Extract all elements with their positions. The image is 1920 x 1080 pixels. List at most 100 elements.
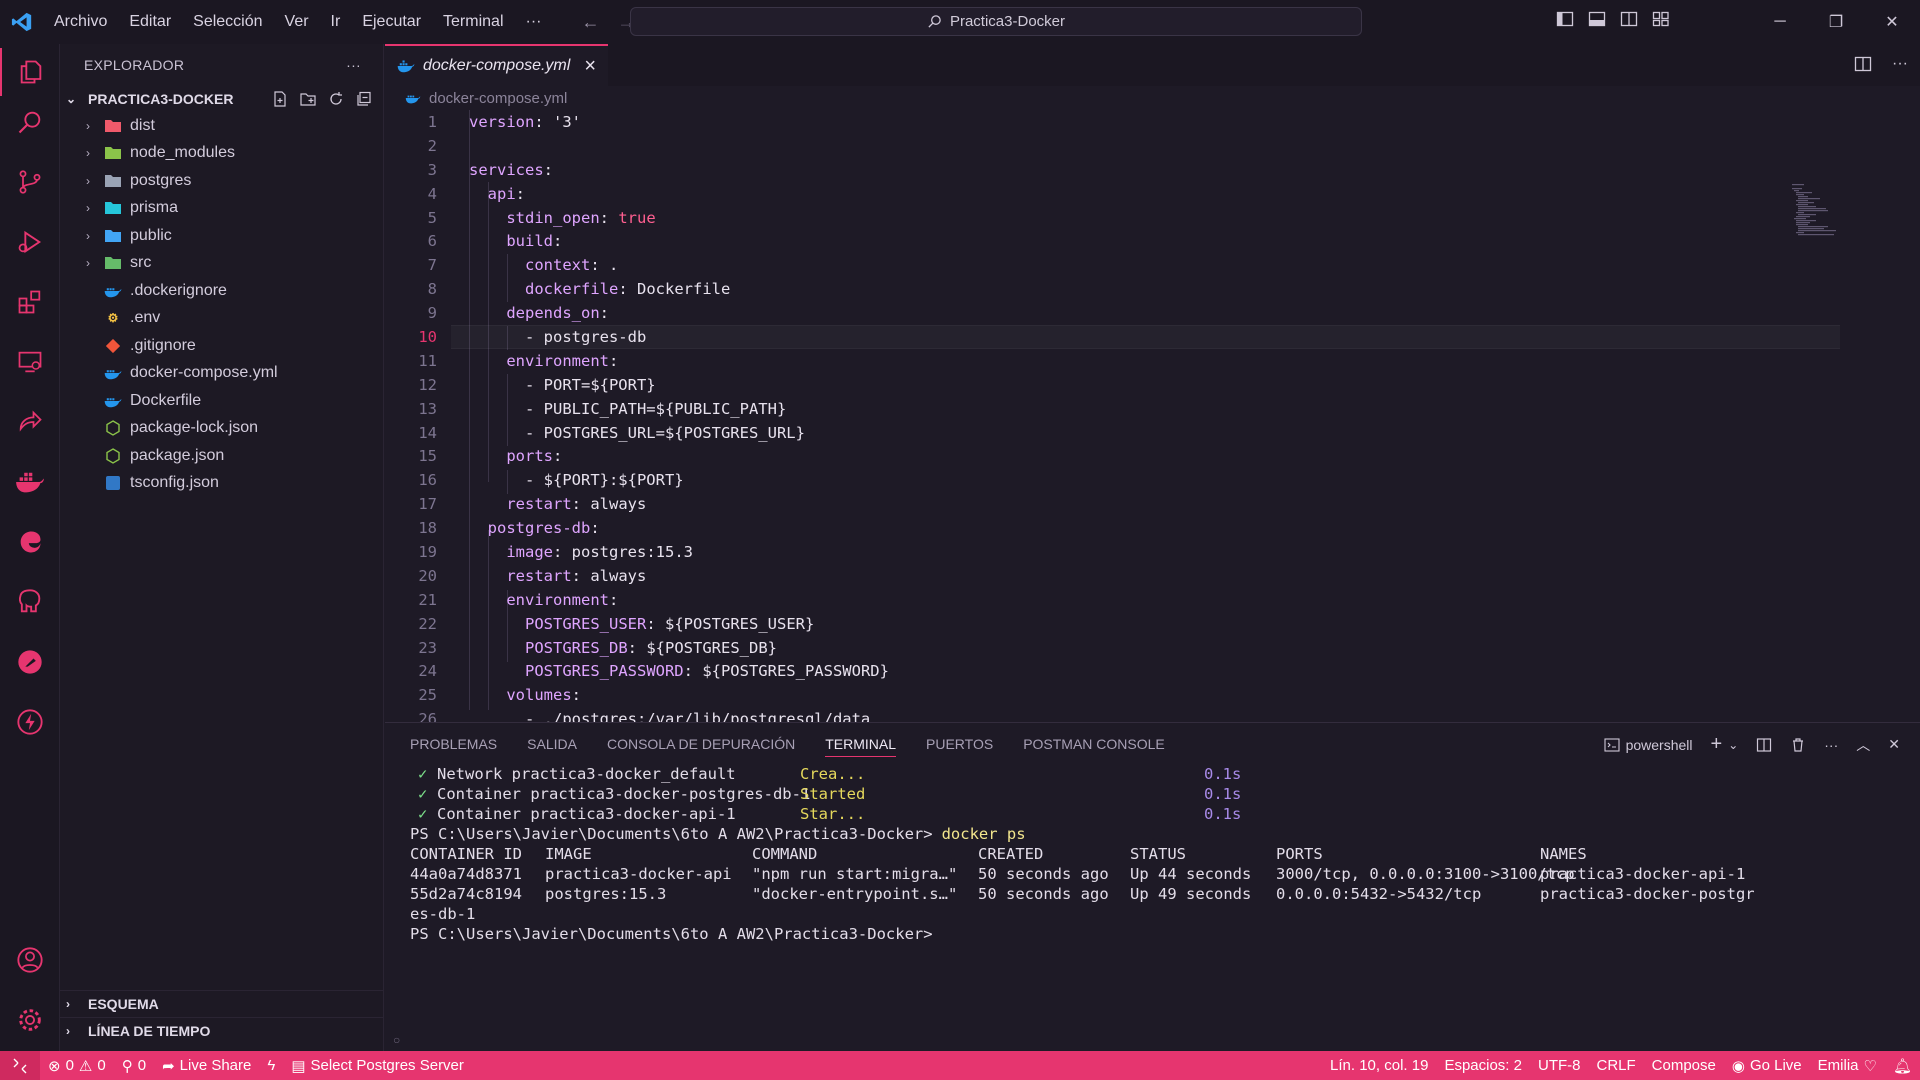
back-arrow-icon[interactable]: ←: [581, 12, 599, 33]
code-line[interactable]: 12 - PORT=${PORT}: [385, 373, 1920, 397]
postman-icon[interactable]: [0, 638, 60, 686]
tab-debug-console[interactable]: CONSOLA DE DEPURACIÓN: [607, 736, 795, 752]
tab-docker-compose[interactable]: docker-compose.yml ×: [385, 44, 608, 86]
code-line[interactable]: 15 ports:: [385, 444, 1920, 468]
thunder-status[interactable]: ϟ: [259, 1051, 283, 1080]
line-ending[interactable]: CRLF: [1588, 1051, 1643, 1080]
refresh-icon[interactable]: [327, 90, 345, 108]
code-line[interactable]: 5 stdin_open: true: [385, 206, 1920, 230]
trash-icon[interactable]: [1790, 737, 1806, 753]
problems-status[interactable]: ⊗ 0 ⚠ 0: [40, 1051, 114, 1080]
close-panel-icon[interactable]: ✕: [1888, 736, 1900, 753]
split-terminal-icon[interactable]: [1756, 737, 1772, 753]
new-folder-icon[interactable]: [299, 90, 317, 108]
code-line[interactable]: 8 dockerfile: Dockerfile: [385, 277, 1920, 301]
run-debug-icon[interactable]: [0, 218, 60, 266]
search-icon[interactable]: [0, 98, 60, 146]
tree-item[interactable]: › postgres: [60, 167, 383, 195]
live-share-status[interactable]: ➦ Live Share: [154, 1051, 259, 1080]
split-editor-icon[interactable]: [1854, 55, 1872, 73]
code-line[interactable]: 13 - PUBLIC_PATH=${PUBLIC_PATH}: [385, 397, 1920, 421]
tab-ports[interactable]: PUERTOS: [926, 736, 993, 752]
menu-terminal[interactable]: Terminal: [433, 9, 513, 35]
remote-indicator-icon[interactable]: [0, 1051, 40, 1080]
code-line[interactable]: 25 volumes:: [385, 683, 1920, 707]
menu-more[interactable]: ···: [516, 9, 552, 35]
code-line[interactable]: 21 environment:: [385, 588, 1920, 612]
tree-item[interactable]: › prisma: [60, 195, 383, 223]
tree-item[interactable]: › src: [60, 250, 383, 278]
user-status[interactable]: Emilia ♡: [1810, 1051, 1885, 1080]
toggle-primary-sidebar-icon[interactable]: [1556, 10, 1574, 28]
chevron-down-icon[interactable]: ⌄: [1728, 738, 1738, 752]
tree-item[interactable]: › dist: [60, 112, 383, 140]
minimap[interactable]: [1790, 182, 1840, 242]
tree-item[interactable]: › node_modules: [60, 140, 383, 168]
code-line[interactable]: 16 - ${PORT}:${PORT}: [385, 468, 1920, 492]
workspace-folder-header[interactable]: ⌄ PRACTICA3-DOCKER: [60, 86, 383, 112]
code-line[interactable]: 3 services:: [385, 158, 1920, 182]
code-line[interactable]: 4 api:: [385, 182, 1920, 206]
code-line[interactable]: 20 restart: always: [385, 564, 1920, 588]
new-file-icon[interactable]: [271, 90, 289, 108]
cursor-position[interactable]: Lín. 10, col. 19: [1322, 1051, 1436, 1080]
extensions-icon[interactable]: [0, 278, 60, 326]
ports-status[interactable]: ⚲ 0: [114, 1051, 154, 1080]
tab-postman-console[interactable]: POSTMAN CONSOLE: [1023, 736, 1165, 752]
docker-icon[interactable]: [0, 458, 60, 506]
tree-item[interactable]: ⚙ .env: [60, 305, 383, 333]
tree-item[interactable]: docker-compose.yml: [60, 360, 383, 388]
code-line[interactable]: 14 - POSTGRES_URL=${POSTGRES_URL}: [385, 421, 1920, 445]
tree-item[interactable]: › public: [60, 222, 383, 250]
timeline-section[interactable]: › LÍNEA DE TIEMPO: [60, 1017, 383, 1043]
tab-output[interactable]: SALIDA: [527, 736, 577, 752]
breadcrumb[interactable]: docker-compose.yml: [385, 86, 1920, 110]
source-control-icon[interactable]: [0, 158, 60, 206]
menu-ejecutar[interactable]: Ejecutar: [352, 9, 431, 35]
toggle-panel-icon[interactable]: [1588, 10, 1606, 28]
tree-item[interactable]: tsconfig.json: [60, 470, 383, 498]
outline-section[interactable]: › ESQUEMA: [60, 990, 383, 1016]
live-share-icon[interactable]: [0, 398, 60, 446]
explorer-more-icon[interactable]: ···: [346, 57, 361, 73]
tree-item[interactable]: .dockerignore: [60, 277, 383, 305]
menu-ir[interactable]: Ir: [321, 9, 351, 35]
close-window-icon[interactable]: ✕: [1864, 0, 1920, 44]
code-line[interactable]: 2: [385, 134, 1920, 158]
toggle-secondary-sidebar-icon[interactable]: [1620, 10, 1638, 28]
tab-terminal[interactable]: TERMINAL: [825, 736, 897, 757]
settings-gear-icon[interactable]: [0, 996, 60, 1044]
customize-layout-icon[interactable]: [1652, 10, 1670, 28]
code-line[interactable]: 19 image: postgres:15.3: [385, 540, 1920, 564]
thunder-client-icon[interactable]: [0, 698, 60, 746]
tab-problems[interactable]: PROBLEMAS: [410, 736, 497, 752]
close-tab-icon[interactable]: ×: [584, 55, 596, 78]
restore-icon[interactable]: ❐: [1808, 0, 1864, 44]
maximize-panel-icon[interactable]: ︿: [1856, 735, 1870, 755]
edge-devtools-icon[interactable]: [0, 518, 60, 566]
collapse-all-icon[interactable]: [355, 90, 373, 108]
code-editor[interactable]: 1 version: '3' 2 3 services: 4 api: 5 stdin_op…: [385, 110, 1920, 722]
accounts-icon[interactable]: [0, 936, 60, 984]
go-live-button[interactable]: ◉ Go Live: [1724, 1051, 1810, 1080]
terminal-output[interactable]: ✓ Network practica3-docker_default Crea...…: [385, 765, 1920, 945]
postgres-server-status[interactable]: ▤ Select Postgres Server: [283, 1051, 472, 1080]
remote-explorer-icon[interactable]: [0, 338, 60, 386]
tree-item[interactable]: package-lock.json: [60, 415, 383, 443]
menu-seleccion[interactable]: Selección: [183, 9, 272, 35]
editor-more-icon[interactable]: ···: [1892, 55, 1908, 73]
code-line[interactable]: 24 POSTGRES_PASSWORD: ${POSTGRES_PASSWOR…: [385, 659, 1920, 683]
explorer-icon[interactable]: [0, 48, 60, 96]
notifications-bell-icon[interactable]: 🔔︎: [1885, 1051, 1920, 1080]
code-line[interactable]: 10 - postgres-db: [385, 325, 1920, 349]
terminal-shell-selector[interactable]: powershell: [1604, 737, 1693, 753]
tree-item[interactable]: .gitignore: [60, 332, 383, 360]
menu-archivo[interactable]: Archivo: [44, 9, 117, 35]
code-line[interactable]: 26 - ./postgres:/var/lib/postgresql/data: [385, 707, 1920, 722]
code-line[interactable]: 6 build:: [385, 229, 1920, 253]
indentation[interactable]: Espacios: 2: [1436, 1051, 1530, 1080]
menu-editar[interactable]: Editar: [119, 9, 181, 35]
minimize-icon[interactable]: ─: [1752, 0, 1808, 44]
code-line[interactable]: 17 restart: always: [385, 492, 1920, 516]
tree-item[interactable]: Dockerfile: [60, 387, 383, 415]
